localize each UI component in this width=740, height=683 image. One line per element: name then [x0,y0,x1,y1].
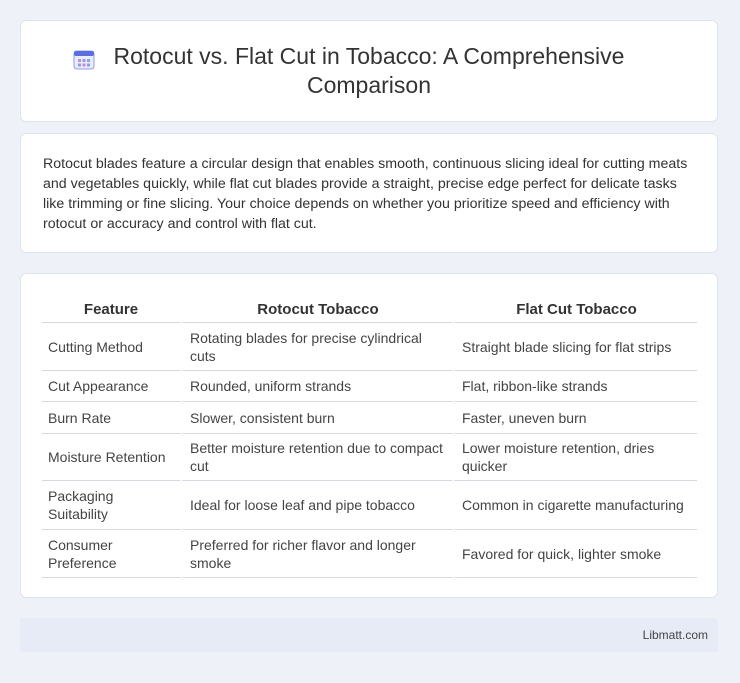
comparison-card: Feature Rotocut Tobacco Flat Cut Tobacco… [20,273,718,598]
table-cell-flat-cut: Flat, ribbon-like strands [452,371,697,402]
table-header-row: Feature Rotocut Tobacco Flat Cut Tobacco [42,292,697,323]
table-cell-rotocut: Rounded, uniform strands [180,371,452,402]
header-card: Rotocut vs. Flat Cut in Tobacco: A Compr… [20,20,718,122]
comparison-table: Feature Rotocut Tobacco Flat Cut Tobacco… [42,292,697,578]
column-header-feature: Feature [42,292,180,323]
table-cell-rotocut: Ideal for loose leaf and pipe tobacco [180,481,452,530]
table-cell-flat-cut: Straight blade slicing for flat strips [452,323,697,371]
table-cell-flat-cut: Common in cigarette manufacturing [452,481,697,530]
title-wrap: Rotocut vs. Flat Cut in Tobacco: A Compr… [69,42,669,100]
table-cell-rotocut: Slower, consistent burn [180,402,452,434]
footer-site-link[interactable]: Libmatt.com [643,628,708,642]
table-cell-feature: Packaging Suitability [42,481,180,530]
table-cell-feature: Burn Rate [42,402,180,434]
table-cell-flat-cut: Faster, uneven burn [452,402,697,434]
table-cell-feature: Cut Appearance [42,371,180,402]
footer: Libmatt.com [20,618,718,652]
table-cell-feature: Cutting Method [42,323,180,371]
table-cell-rotocut: Preferred for richer flavor and longer s… [180,530,452,578]
page-title: Rotocut vs. Flat Cut in Tobacco: A Compr… [113,43,625,98]
table-cell-flat-cut: Favored for quick, lighter smoke [452,530,697,578]
column-header-flat-cut: Flat Cut Tobacco [452,292,697,323]
summary-text: Rotocut blades feature a circular design… [43,156,688,232]
summary-card: Rotocut blades feature a circular design… [20,133,718,253]
table-cell-feature: Moisture Retention [42,434,180,481]
table-row: Packaging Suitability Ideal for loose le… [42,481,697,530]
table-row: Consumer Preference Preferred for richer… [42,530,697,578]
column-header-rotocut: Rotocut Tobacco [180,292,452,323]
table-cell-rotocut: Better moisture retention due to compact… [180,434,452,481]
table-row: Cutting Method Rotating blades for preci… [42,323,697,371]
table-row: Cut Appearance Rounded, uniform strands … [42,371,697,402]
table-cell-rotocut: Rotating blades for precise cylindrical … [180,323,452,371]
calendar-icon [73,50,95,70]
page: Rotocut vs. Flat Cut in Tobacco: A Compr… [0,0,740,683]
table-cell-flat-cut: Lower moisture retention, dries quicker [452,434,697,481]
table-row: Moisture Retention Better moisture reten… [42,434,697,481]
table-row: Burn Rate Slower, consistent burn Faster… [42,402,697,434]
table-cell-feature: Consumer Preference [42,530,180,578]
